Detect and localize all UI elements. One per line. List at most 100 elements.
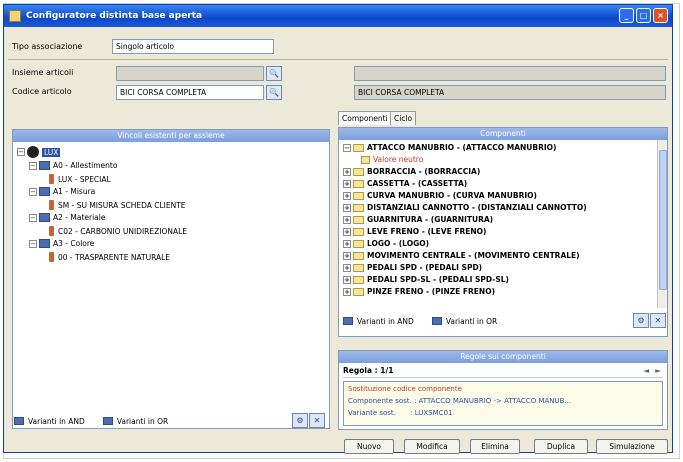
right-legend-and: Varianti in AND <box>357 316 414 326</box>
insieme-articoli-field[interactable] <box>116 66 264 81</box>
rule-line-1-label: Componente sost. : <box>348 397 417 405</box>
expand-icon[interactable]: + <box>343 251 351 260</box>
component-row[interactable]: + MOVIMENTO CENTRALE - (MOVIMENTO CENTRA… <box>343 251 580 260</box>
variant-value-icon <box>49 174 54 184</box>
component-row[interactable]: + CURVA MANUBRIO - (CURVA MANUBRIO) <box>343 191 537 200</box>
folder-icon <box>353 215 364 224</box>
componenti-panel: Componenti − ATTACCO MANUBRIO - (ATTACCO… <box>338 127 668 337</box>
collapse-icon[interactable]: − <box>29 213 37 222</box>
tree-node-label: A2 - Materiale <box>53 213 106 222</box>
maximize-button[interactable]: □ <box>636 8 651 23</box>
duplica-button[interactable]: Duplica <box>534 439 588 454</box>
insieme-articoli-label: Insieme articoli <box>12 68 74 77</box>
component-row[interactable]: + GUARNITURA - (GUARNITURA) <box>343 215 493 224</box>
simulazione-button[interactable]: Simulazione <box>596 439 668 454</box>
prev-rule-icon[interactable]: ◄ <box>643 366 649 375</box>
collapse-icon[interactable]: − <box>29 187 37 196</box>
codice-articolo-description: BICI CORSA COMPLETA <box>354 85 666 100</box>
tree-leaf-lux[interactable]: LUX - SPECIAL <box>49 174 111 184</box>
tree-node-a3[interactable]: − A3 - Colore <box>29 239 94 248</box>
component-row[interactable]: + BORRACCIA - (BORRACCIA) <box>343 167 480 176</box>
component-row[interactable]: − ATTACCO MANUBRIO - (ATTACCO MANUBRIO) <box>343 143 556 152</box>
insieme-search-icon[interactable]: 🔍 <box>266 66 282 81</box>
window-title: Configuratore distinta base aperta <box>26 11 203 21</box>
expand-icon[interactable]: + <box>343 287 351 296</box>
component-row[interactable]: + LEVE FRENO - (LEVE FRENO) <box>343 227 486 236</box>
component-row[interactable]: + CASSETTA - (CASSETTA) <box>343 179 467 188</box>
component-label: PINZE FRENO - (PINZE FRENO) <box>367 287 496 296</box>
expand-icon[interactable]: + <box>343 179 351 188</box>
title-bar[interactable]: Configuratore distinta base aperta _ □ × <box>4 5 672 27</box>
component-label: PEDALI SPD - (PEDALI SPD) <box>367 263 483 272</box>
expand-icon[interactable]: + <box>343 167 351 176</box>
next-rule-icon[interactable]: ► <box>655 366 661 375</box>
rule-line-1-value: ATTACCO MANUBRIO -> ATTACCO MANUB... <box>418 397 572 405</box>
and-legend-icon <box>343 317 353 325</box>
codice-articolo-label: Codice articolo <box>12 87 72 96</box>
tree-node-a1[interactable]: − A1 - Misura <box>29 187 95 196</box>
scrollbar-thumb[interactable] <box>659 150 667 290</box>
collapse-icon[interactable]: − <box>343 143 351 152</box>
collapse-icon[interactable]: − <box>17 148 25 156</box>
right-close-icon[interactable]: ✕ <box>650 313 666 328</box>
expand-icon[interactable]: + <box>343 239 351 248</box>
componenti-scrollbar[interactable] <box>657 140 667 308</box>
component-label: CASSETTA - (CASSETTA) <box>367 179 468 188</box>
tree-leaf-00[interactable]: 00 - TRASPARENTE NATURALE <box>49 252 170 262</box>
collapse-icon[interactable]: − <box>29 239 37 248</box>
component-row[interactable]: + PEDALI SPD-SL - (PEDALI SPD-SL) <box>343 275 509 284</box>
app-icon <box>9 10 21 22</box>
expand-icon[interactable]: + <box>343 227 351 236</box>
tree-leaf-sm[interactable]: SM - SU MISURA SCHEDA CLIENTE <box>49 200 186 210</box>
component-row[interactable]: + PEDALI SPD - (PEDALI SPD) <box>343 263 482 272</box>
close-button[interactable]: × <box>653 8 668 23</box>
tree-root[interactable]: − LUX <box>17 146 61 158</box>
expand-icon[interactable]: + <box>343 191 351 200</box>
rule-detail-box: Sostituzione codice componente Component… <box>343 381 663 426</box>
tree-node-a2[interactable]: − A2 - Materiale <box>29 213 105 222</box>
tab-ciclo[interactable]: Ciclo <box>390 111 417 125</box>
collapse-icon[interactable]: − <box>29 161 37 170</box>
tree-leaf-label: 00 - TRASPARENTE NATURALE <box>58 252 171 262</box>
expand-icon[interactable]: + <box>343 263 351 272</box>
tree-leaf-c02[interactable]: C02 - CARBONIO UNIDIREZIONALE <box>49 226 187 236</box>
component-row[interactable]: + DISTANZIALI CANNOTTO - (DISTANZIALI CA… <box>343 203 587 212</box>
component-label: LOGO - (LOGO) <box>367 239 430 248</box>
component-label: DISTANZIALI CANNOTTO - (DISTANZIALI CANN… <box>367 203 587 212</box>
folder-icon <box>353 203 364 212</box>
component-row[interactable]: + LOGO - (LOGO) <box>343 239 429 248</box>
tree-node-label: A1 - Misura <box>53 187 96 196</box>
folder-icon <box>353 167 364 176</box>
codice-articolo-field[interactable]: BICI CORSA COMPLETA <box>116 85 264 100</box>
minimize-button[interactable]: _ <box>619 8 634 23</box>
right-tools-icon[interactable]: ⚙ <box>633 313 649 328</box>
variant-value-icon <box>49 226 54 236</box>
vincoli-header: Vincoli esistenti per assieme <box>13 130 329 142</box>
left-close-icon[interactable]: ✕ <box>309 413 325 428</box>
folder-icon <box>353 287 364 296</box>
tab-componenti[interactable]: Componenti <box>338 111 392 125</box>
folder-icon <box>353 227 364 236</box>
left-tools-icon[interactable]: ⚙ <box>292 413 308 428</box>
nuovo-button[interactable]: Nuovo <box>344 439 394 454</box>
tree-leaf-label: LUX - SPECIAL <box>58 174 111 184</box>
valore-neutro-row[interactable]: Valore neutro <box>361 155 423 164</box>
and-legend-icon <box>14 417 24 425</box>
tipo-associazione-select[interactable]: Singolo articolo <box>112 39 274 54</box>
folder-icon <box>353 275 364 284</box>
expand-icon[interactable]: + <box>343 203 351 212</box>
expand-icon[interactable]: + <box>343 275 351 284</box>
component-row[interactable]: + PINZE FRENO - (PINZE FRENO) <box>343 287 495 296</box>
tree-leaf-label: C02 - CARBONIO UNIDIREZIONALE <box>58 226 188 236</box>
component-label: PEDALI SPD-SL - (PEDALI SPD-SL) <box>367 275 509 284</box>
regole-panel: Regole sui componenti Regola : 1/1 ◄ ► S… <box>338 350 668 430</box>
componenti-header: Componenti <box>339 128 667 140</box>
rule-line-1: Componente sost. : ATTACCO MANUBRIO -> A… <box>348 397 571 405</box>
codice-search-icon[interactable]: 🔍 <box>266 85 282 100</box>
elimina-button[interactable]: Elimina <box>470 439 520 454</box>
modifica-button[interactable]: Modifica <box>404 439 460 454</box>
tree-node-a0[interactable]: − A0 - Allestimento <box>29 161 117 170</box>
right-legend-or: Varianti in OR <box>445 316 498 326</box>
tree-root-label: LUX <box>42 147 61 157</box>
expand-icon[interactable]: + <box>343 215 351 224</box>
